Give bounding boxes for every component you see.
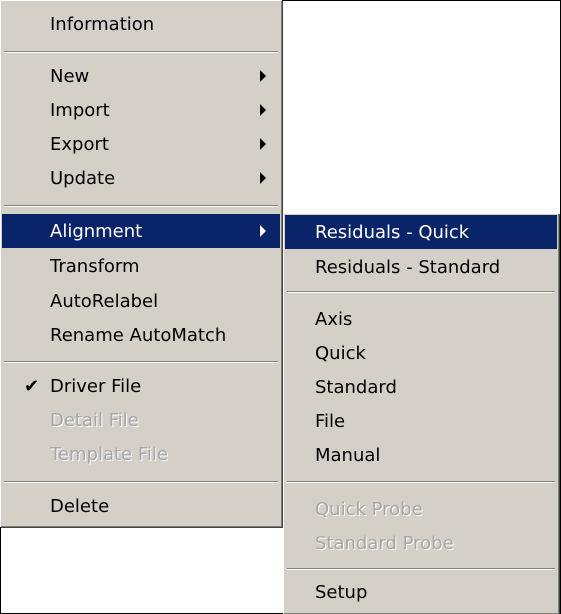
submenu-item-standard-probe: Standard Probe bbox=[285, 526, 557, 560]
submenu-arrow-icon bbox=[260, 104, 266, 116]
menu-item-import[interactable]: Import bbox=[2, 93, 280, 127]
menu-item-export[interactable]: Export bbox=[2, 127, 280, 161]
submenu-arrow-icon bbox=[260, 70, 266, 82]
menu-separator bbox=[287, 481, 555, 483]
menu-item-label: AutoRelabel bbox=[50, 290, 159, 312]
menu-item-detail-file: Detail File bbox=[2, 403, 280, 437]
menu-item-label: Quick bbox=[315, 342, 366, 364]
menu-item-driver-file[interactable]: ✔ Driver File bbox=[2, 369, 280, 403]
menu-item-label: Template File bbox=[50, 443, 168, 465]
menu-item-label: Export bbox=[50, 133, 109, 155]
menu-item-information[interactable]: Information bbox=[2, 7, 280, 41]
menu-item-label: Standard bbox=[315, 376, 397, 398]
menu-item-label: File bbox=[315, 410, 346, 432]
submenu-item-setup[interactable]: Setup bbox=[285, 575, 557, 609]
submenu-arrow-icon bbox=[260, 172, 266, 184]
menu-separator bbox=[4, 361, 278, 363]
menu-item-label: Rename AutoMatch bbox=[50, 324, 227, 346]
submenu-item-residuals-standard[interactable]: Residuals - Standard bbox=[285, 250, 557, 284]
menu-item-label: Residuals - Quick bbox=[315, 221, 470, 243]
menu-item-label: Quick Probe bbox=[315, 498, 423, 520]
menu-item-autorelabel[interactable]: AutoRelabel bbox=[2, 284, 280, 318]
submenu-item-axis[interactable]: Axis bbox=[285, 302, 557, 336]
menu-item-label: Delete bbox=[50, 495, 110, 517]
submenu-item-quick[interactable]: Quick bbox=[285, 336, 557, 370]
menu-item-label: Manual bbox=[315, 444, 381, 466]
menu-item-template-file: Template File bbox=[2, 437, 280, 471]
submenu-item-manual[interactable]: Manual bbox=[285, 438, 557, 472]
menu-separator bbox=[287, 568, 555, 570]
menu-item-label: Update bbox=[50, 167, 116, 189]
menu-item-label: Import bbox=[50, 99, 110, 121]
menu-item-label: Standard Probe bbox=[315, 532, 454, 554]
menu-separator bbox=[4, 51, 278, 53]
submenu-item-file[interactable]: File bbox=[285, 404, 557, 438]
menu-separator bbox=[4, 205, 278, 207]
menu-item-delete[interactable]: Delete bbox=[2, 489, 280, 523]
menu-item-label: Transform bbox=[50, 255, 140, 277]
menu-item-label: Information bbox=[50, 13, 155, 35]
submenu-item-residuals-quick[interactable]: Residuals - Quick bbox=[285, 215, 557, 249]
menu-item-update[interactable]: Update bbox=[2, 161, 280, 195]
context-menu: Information New Import Export Update Ali… bbox=[0, 0, 282, 527]
submenu-item-quick-probe: Quick Probe bbox=[285, 492, 557, 526]
submenu-item-standard[interactable]: Standard bbox=[285, 370, 557, 404]
menu-item-transform[interactable]: Transform bbox=[2, 249, 280, 283]
menu-item-label: New bbox=[50, 65, 90, 87]
submenu-arrow-icon bbox=[260, 225, 266, 237]
menu-item-label: Alignment bbox=[50, 220, 143, 242]
menu-item-label: Driver File bbox=[50, 375, 142, 397]
menu-item-label: Axis bbox=[315, 308, 353, 330]
alignment-submenu: Residuals - Quick Residuals - Standard A… bbox=[283, 213, 559, 614]
menu-item-label: Residuals - Standard bbox=[315, 256, 501, 278]
menu-item-alignment[interactable]: Alignment bbox=[2, 214, 280, 248]
menu-separator bbox=[4, 481, 278, 483]
submenu-arrow-icon bbox=[260, 138, 266, 150]
menu-item-label: Detail File bbox=[50, 409, 139, 431]
menu-item-new[interactable]: New bbox=[2, 59, 280, 93]
menu-item-rename-automatch[interactable]: Rename AutoMatch bbox=[2, 318, 280, 352]
menu-item-label: Setup bbox=[315, 581, 368, 603]
menu-separator bbox=[287, 291, 555, 293]
checkmark-icon: ✔ bbox=[24, 375, 40, 397]
